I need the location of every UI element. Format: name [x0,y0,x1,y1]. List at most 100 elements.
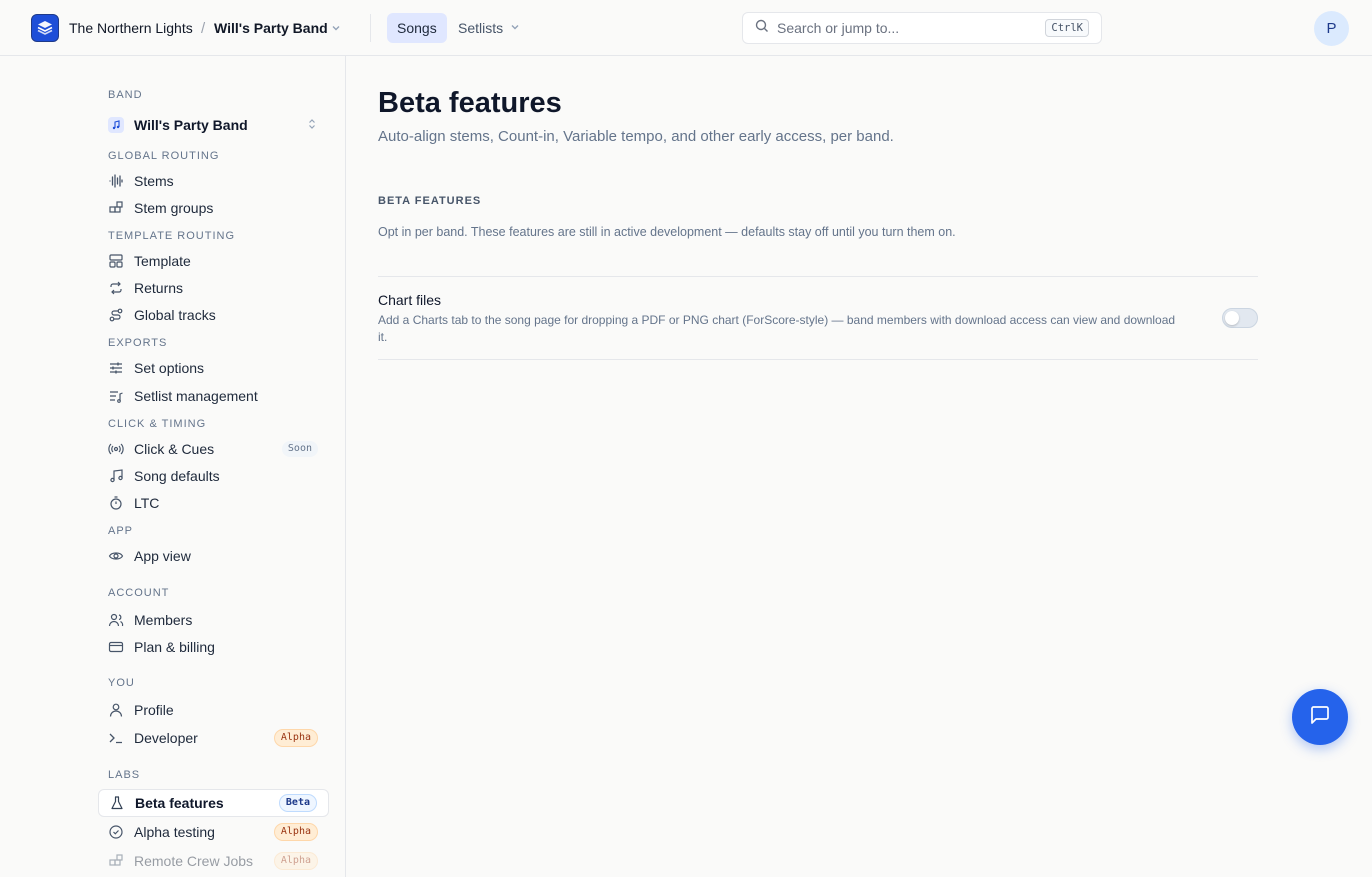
sidebar-item-label: Stem groups [134,200,214,216]
sidebar-item-template[interactable]: Template [98,248,329,274]
users-icon [108,612,124,628]
sidebar-item-label: Song defaults [134,468,220,484]
alpha-badge: Alpha [273,852,318,870]
breadcrumb-separator: / [201,19,206,37]
eye-icon [108,548,124,564]
check-circle-icon [108,824,124,840]
search-bar[interactable]: CtrlK [742,12,1102,44]
sidebar-item-label: LTC [134,495,160,511]
sidebar-item-setlist-management[interactable]: Setlist management [98,383,329,409]
flask-icon [109,795,125,811]
section-account: ACCOUNT [108,587,170,599]
sidebar-item-click-cues[interactable]: Click & Cues Soon [98,436,329,462]
search-shortcut: CtrlK [1045,19,1089,37]
sidebar-item-label: Returns [134,280,184,296]
sidebar-item-developer[interactable]: Developer Alpha [98,725,329,751]
sidebar-item-label: Beta features [135,795,224,811]
repeat-icon [108,280,124,296]
toggle-knob [1225,311,1239,325]
alpha-badge: Alpha [273,823,318,841]
sidebar-item-ltc[interactable]: LTC [98,490,329,516]
sidebar-item-beta-features[interactable]: Beta features Beta [98,789,329,817]
top-bar: The Northern Lights / Will's Party Band … [0,0,1372,56]
chevron-updown-icon [307,117,317,133]
section-band: BAND [108,89,143,101]
sidebar: BAND Will's Party Band GLOBAL ROUTING St… [0,56,346,877]
sidebar-item-label: Set options [134,360,205,376]
sidebar-item-set-options[interactable]: Set options [98,355,329,381]
nav-setlists-label: Setlists [458,20,504,36]
app-logo-icon[interactable] [31,14,59,42]
section-heading: BETA FEATURES [378,195,482,207]
search-icon [755,19,769,38]
section-labs: LABS [108,769,141,781]
sidebar-item-alpha-testing[interactable]: Alpha testing Alpha [98,819,329,845]
sidebar-item-members[interactable]: Members [98,607,329,633]
feature-description: Add a Charts tab to the song page for dr… [378,313,1176,344]
radio-broadcast-icon [108,441,124,457]
sidebar-item-song-defaults[interactable]: Song defaults [98,463,329,489]
nav-setlists[interactable]: Setlists [458,13,521,43]
band-selector[interactable]: Will's Party Band [98,112,329,138]
sidebar-item-label: Alpha testing [134,824,215,840]
chevron-down-icon [509,20,521,36]
breadcrumb-band[interactable]: Will's Party Band [214,0,328,56]
blocks-icon [108,200,124,216]
breadcrumb-org[interactable]: The Northern Lights [69,0,193,56]
sidebar-item-label: Developer [134,730,198,746]
chat-button[interactable] [1292,689,1348,745]
chevron-down-icon[interactable] [330,0,342,56]
section-you: YOU [108,677,135,689]
sidebar-item-label: Remote Crew Jobs [134,853,254,869]
page-title: Beta features [378,87,562,119]
credit-card-icon [108,639,124,655]
feature-title: Chart files [378,292,442,308]
sidebar-item-remote-crew-jobs[interactable]: Remote Crew Jobs Alpha [98,848,329,874]
sidebar-item-label: Template [134,253,191,269]
sidebar-item-label: Stems [134,173,174,189]
section-description: Opt in per band. These features are stil… [378,225,956,239]
user-icon [108,702,124,718]
sidebar-item-profile[interactable]: Profile [98,697,329,723]
chart-files-toggle[interactable] [1222,308,1258,328]
sidebar-item-plan-billing[interactable]: Plan & billing [98,634,329,660]
section-app: APP [108,525,134,537]
music-note-icon [108,117,124,133]
sidebar-item-returns[interactable]: Returns [98,275,329,301]
route-icon [108,307,124,323]
alpha-badge: Alpha [273,729,318,747]
feature-row-chart-files: Chart files Add a Charts tab to the song… [378,276,1258,360]
sidebar-item-label: Global tracks [134,307,216,323]
section-click-timing: CLICK & TIMING [108,418,207,430]
beta-badge: Beta [278,794,317,812]
sidebar-item-label: Profile [134,702,174,718]
sidebar-item-label: Click & Cues [134,441,215,457]
blocks-icon [108,853,124,869]
sliders-icon [108,360,124,376]
waveform-icon [108,173,124,189]
section-exports: EXPORTS [108,337,168,349]
soon-badge: Soon [281,441,318,457]
sidebar-item-label: Plan & billing [134,639,215,655]
message-square-icon [1309,704,1331,731]
layout-template-icon [108,253,124,269]
timer-icon [108,495,124,511]
sidebar-item-label: App view [134,548,191,564]
search-input[interactable] [777,20,1046,36]
sidebar-item-label: Members [134,612,193,628]
sidebar-item-stem-groups[interactable]: Stem groups [98,195,329,221]
band-selector-label: Will's Party Band [134,117,248,133]
list-music-icon [108,388,124,404]
sidebar-item-global-tracks[interactable]: Global tracks [98,302,329,328]
page-subtitle: Auto-align stems, Count-in, Variable tem… [378,128,894,145]
sidebar-item-app-view[interactable]: App view [98,543,329,569]
section-global-routing: GLOBAL ROUTING [108,150,220,162]
sidebar-item-label: Setlist management [134,388,258,404]
music-icon [108,468,124,484]
terminal-icon [108,730,124,746]
section-template-routing: TEMPLATE ROUTING [108,230,236,242]
nav-songs[interactable]: Songs [387,13,447,43]
divider [370,14,371,42]
sidebar-item-stems[interactable]: Stems [98,168,329,194]
avatar[interactable]: P [1314,11,1349,46]
